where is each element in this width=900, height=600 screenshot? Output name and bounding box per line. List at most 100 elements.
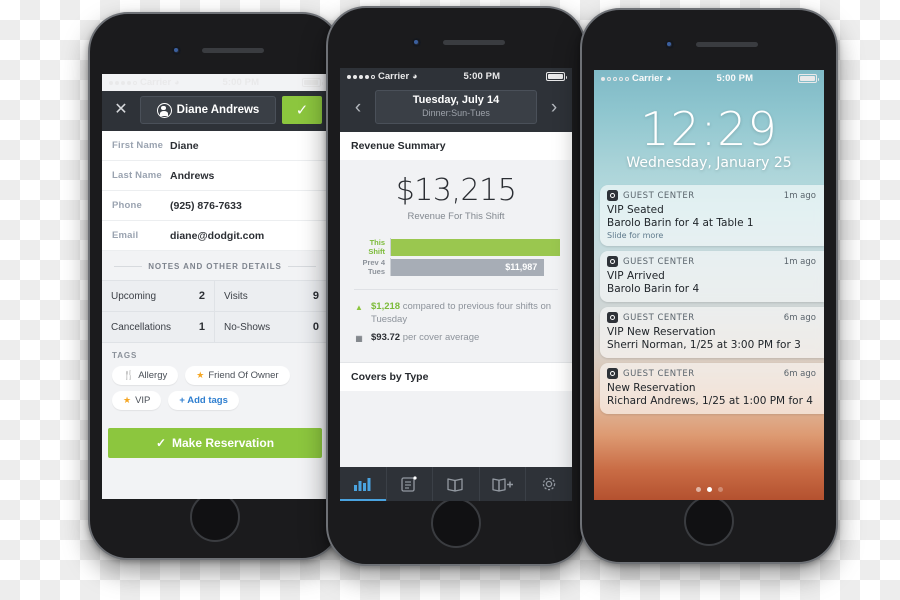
page-dot[interactable]	[717, 487, 723, 492]
notification-header: GUEST CENTER 1m ago	[607, 256, 816, 267]
tab-book[interactable]	[432, 467, 479, 501]
tag-label: VIP	[135, 395, 151, 406]
divider-line-right	[287, 266, 316, 267]
field-label: Phone	[112, 200, 143, 211]
notification-item[interactable]: GUEST CENTER 6m ago New Reservation Rich…	[600, 363, 824, 414]
tab-reservations[interactable]	[385, 467, 433, 501]
notification-body: Barolo Barin for 4	[607, 283, 700, 295]
home-button[interactable]	[684, 496, 734, 546]
page-dot[interactable]	[695, 487, 701, 492]
tag-label: Friend Of Owner	[208, 370, 279, 381]
home-button[interactable]	[190, 492, 240, 542]
stat-label: No-Shows	[224, 321, 271, 333]
app-icon	[607, 312, 618, 323]
star-icon: ★	[123, 395, 132, 405]
notification-title: VIP Seated	[607, 204, 664, 216]
tab-add-booking[interactable]	[478, 467, 526, 501]
field-email[interactable]: Email diane@dodgit.com	[102, 221, 328, 251]
notification-header: GUEST CENTER 6m ago	[607, 312, 816, 323]
stat-visits[interactable]: Visits 9	[215, 281, 328, 312]
tags-row-1: 🍴 Allergy ★ Friend Of Owner	[112, 366, 318, 385]
make-reservation-button[interactable]: ✓ Make Reservation	[108, 428, 322, 458]
revenue-amount: $13,215	[395, 173, 517, 208]
app-icon	[607, 256, 618, 267]
tags-section: TAGS 🍴 Allergy ★ Friend Of Owner ★ VIP +…	[102, 343, 328, 424]
field-label: First Name	[112, 140, 164, 151]
signal-strength-icon	[601, 76, 629, 81]
revenue-card-title: Revenue Summary	[340, 132, 572, 160]
revenue-bar-chart: This Shift Prev 4 Tues $11,987	[352, 238, 560, 276]
add-tags-button[interactable]: + Add tags	[168, 391, 239, 410]
field-label: Email	[112, 230, 139, 241]
stat-no-shows[interactable]: No-Shows 0	[215, 312, 328, 343]
field-value: diane@dodgit.com	[170, 229, 265, 242]
receipt-icon: ▦	[355, 334, 363, 343]
guest-detail-form: First Name Diane Last Name Andrews Phone…	[102, 131, 328, 251]
notification-slide-hint[interactable]: Slide for more	[607, 231, 816, 240]
field-first-name[interactable]: First Name Diane	[102, 131, 328, 161]
tag-allergy[interactable]: 🍴 Allergy	[112, 366, 179, 385]
prev-day-button[interactable]: ‹	[345, 98, 371, 117]
guest-name-field[interactable]: Diane Andrews	[140, 96, 276, 124]
bar-this-shift	[391, 238, 560, 256]
notification-time: 1m ago	[783, 190, 816, 201]
note-suffix: per cover average	[400, 332, 480, 343]
notification-header: GUEST CENTER 1m ago	[607, 190, 816, 201]
notification-app-name: GUEST CENTER	[623, 368, 695, 379]
front-camera-icon	[172, 46, 181, 55]
triangle-up-icon: ▲	[355, 303, 363, 312]
front-camera-icon	[412, 38, 421, 47]
earpiece-speaker	[696, 42, 758, 47]
status-bar: Carrier ◕ 5:00 PM	[102, 74, 328, 91]
notification-item[interactable]: GUEST CENTER 1m ago VIP Arrived Barolo B…	[600, 251, 824, 302]
page-indicator	[594, 487, 824, 492]
status-bar-right	[798, 74, 819, 83]
revenue-panel: $13,215 Revenue For This Shift This Shift	[340, 160, 572, 362]
next-day-button[interactable]: ›	[541, 98, 567, 117]
field-last-name[interactable]: Last Name Andrews	[102, 161, 328, 191]
panel-divider	[354, 289, 558, 290]
stat-value: 0	[312, 321, 319, 333]
carrier-label: Carrier	[632, 73, 664, 84]
status-bar: Carrier ◕ 5:00 PM	[340, 68, 572, 85]
tab-analytics[interactable]	[340, 467, 386, 501]
status-bar-time: 5:00 PM	[222, 77, 260, 88]
tab-settings[interactable]	[525, 467, 572, 501]
covers-by-type-title: Covers by Type	[340, 361, 572, 391]
page-dot-active[interactable]	[706, 487, 712, 492]
note-amount: $1,218	[371, 301, 401, 312]
stat-value: 2	[198, 290, 205, 302]
notification-item[interactable]: GUEST CENTER 6m ago VIP New Reservation …	[600, 307, 824, 358]
bar-chart-icon	[354, 478, 371, 491]
confirm-button[interactable]: ✓	[282, 96, 322, 124]
bar-label-this-shift: This Shift	[368, 238, 385, 256]
close-button[interactable]: ✕	[108, 97, 134, 123]
stat-cancellations[interactable]: Cancellations 1	[102, 312, 215, 343]
make-reservation-label: Make Reservation	[172, 436, 275, 450]
field-phone[interactable]: Phone (925) 876-7633	[102, 191, 328, 221]
battery-icon	[302, 78, 323, 87]
person-icon	[156, 102, 172, 118]
date-selector[interactable]: Tuesday, July 14 Dinner:Sun-Tues	[375, 90, 537, 124]
lock-screen-clock: 12:29	[640, 102, 778, 156]
notification-body: Richard Andrews, 1/25 at 1:00 PM for 4	[607, 395, 813, 407]
tag-friend-of-owner[interactable]: ★ Friend Of Owner	[185, 366, 290, 385]
stat-upcoming[interactable]: Upcoming 2	[102, 281, 215, 312]
front-camera-icon	[665, 40, 674, 49]
field-value: (925) 876-7633	[170, 199, 242, 212]
notification-time: 1m ago	[783, 256, 816, 267]
status-bar-time: 5:00 PM	[716, 73, 754, 84]
home-button[interactable]	[431, 498, 481, 548]
notification-title: VIP Arrived	[607, 270, 665, 282]
gear-icon	[542, 477, 556, 491]
divider-text: NOTES AND OTHER DETAILS	[148, 262, 282, 271]
fork-knife-icon: 🍴	[123, 370, 135, 380]
notification-item[interactable]: GUEST CENTER 1m ago VIP Seated Barolo Ba…	[600, 185, 824, 246]
earpiece-speaker	[443, 40, 505, 45]
tag-vip[interactable]: ★ VIP	[112, 391, 162, 410]
tags-header: TAGS	[112, 351, 138, 360]
app-icon	[607, 190, 618, 201]
notification-title: VIP New Reservation	[607, 326, 716, 338]
notification-list: GUEST CENTER 1m ago VIP Seated Barolo Ba…	[594, 185, 824, 414]
notification-title: New Reservation	[607, 382, 696, 394]
